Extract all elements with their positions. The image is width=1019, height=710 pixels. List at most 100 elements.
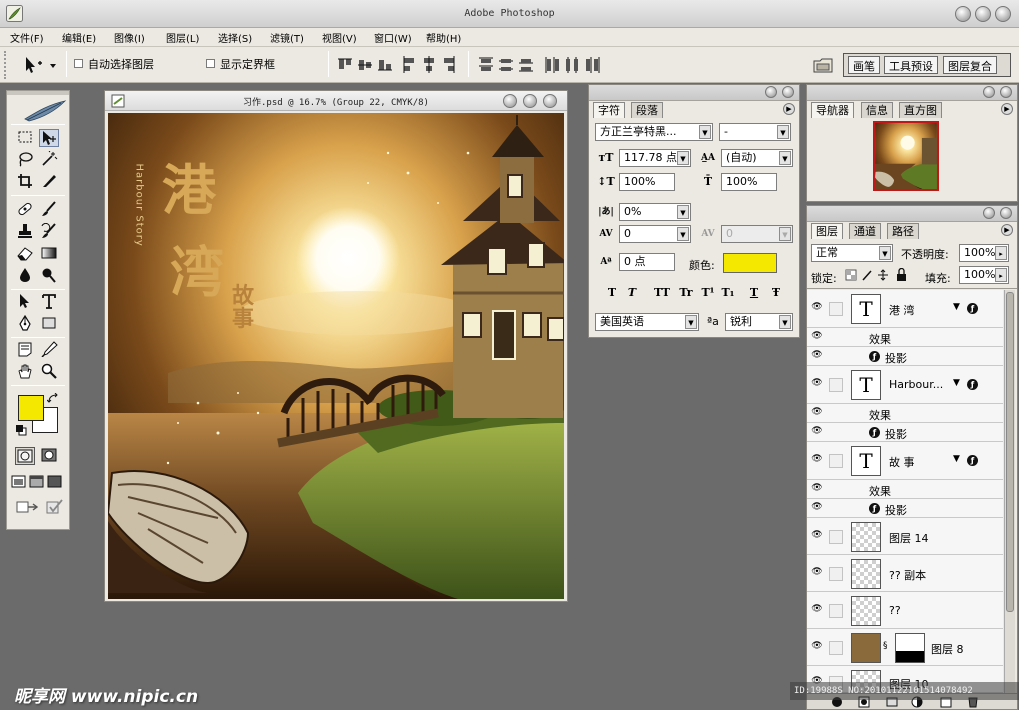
- panel-minimize-button[interactable]: [983, 86, 995, 98]
- eye-icon[interactable]: 👁: [810, 378, 824, 388]
- eye-icon[interactable]: 👁: [810, 502, 824, 512]
- link-toggle[interactable]: [829, 454, 843, 468]
- font-size-field[interactable]: 117.78 点 ▼: [619, 149, 691, 167]
- default-colors-icon[interactable]: [15, 424, 27, 436]
- tab-paths[interactable]: 路径: [887, 223, 919, 239]
- faux-bold-button[interactable]: T: [603, 285, 621, 301]
- eye-icon[interactable]: 👁: [810, 530, 824, 540]
- eye-icon[interactable]: 👁: [810, 454, 824, 464]
- swap-colors-icon[interactable]: [47, 393, 59, 405]
- tab-histogram[interactable]: 直方图: [899, 102, 942, 118]
- opacity-field[interactable]: 100% ▸: [959, 244, 1009, 262]
- tab-layers[interactable]: 图层: [811, 223, 843, 239]
- distribute-horizontal-icons[interactable]: [544, 56, 602, 74]
- distribute-vertical-icons[interactable]: [478, 56, 536, 74]
- text-color-swatch[interactable]: [723, 253, 777, 273]
- panel-menu-icon[interactable]: ▶: [1001, 103, 1013, 115]
- jump-to-imageready-icon[interactable]: [15, 499, 43, 517]
- options-grip[interactable]: [4, 51, 10, 79]
- quick-mask-mode-icon[interactable]: [39, 447, 59, 465]
- document-title-bar[interactable]: 习作.psd @ 16.7% (Group 22, CMYK/8): [105, 91, 567, 111]
- rectangle-shape-tool-icon[interactable]: [39, 315, 59, 333]
- doc-close-button[interactable]: [543, 94, 557, 108]
- leading-field[interactable]: (自动) ▼: [721, 149, 793, 167]
- lasso-tool-icon[interactable]: [15, 151, 35, 169]
- menu-file[interactable]: 文件(F): [10, 30, 44, 45]
- link-toggle[interactable]: [829, 641, 843, 655]
- align-top-left-icons[interactable]: [338, 58, 396, 72]
- tab-info[interactable]: 信息: [861, 102, 893, 118]
- layer-shadow-row[interactable]: 👁 ƒ 投影: [807, 347, 1003, 366]
- panel-menu-icon[interactable]: ▶: [783, 103, 795, 115]
- magic-wand-tool-icon[interactable]: [39, 150, 59, 169]
- fill-field[interactable]: 100% ▸: [959, 266, 1009, 284]
- link-toggle[interactable]: [829, 530, 843, 544]
- eye-icon[interactable]: 👁: [810, 426, 824, 436]
- superscript-button[interactable]: T¹: [699, 285, 717, 301]
- character-panel-titlebar[interactable]: [589, 85, 799, 101]
- slice-tool-icon[interactable]: [39, 173, 59, 191]
- doc-minimize-button[interactable]: [503, 94, 517, 108]
- layer-mask-thumbnail[interactable]: [895, 633, 925, 663]
- menu-help[interactable]: 帮助(H): [426, 30, 461, 45]
- blend-mode-select[interactable]: 正常 ▼: [811, 244, 893, 262]
- eye-icon[interactable]: 👁: [810, 567, 824, 577]
- layer-row[interactable]: 👁 图层 14: [807, 518, 1003, 555]
- move-tool-icon[interactable]: [39, 129, 59, 147]
- maximize-button[interactable]: [975, 6, 991, 22]
- menu-view[interactable]: 视图(V): [322, 30, 357, 45]
- doc-maximize-button[interactable]: [523, 94, 537, 108]
- screen-mode-standard-icon[interactable]: [9, 473, 29, 491]
- toolbox-grip[interactable]: [7, 91, 69, 95]
- kerning-field[interactable]: 0 ▼: [721, 225, 793, 243]
- eyedropper-tool-icon[interactable]: [39, 341, 59, 359]
- effects-expand-icon[interactable]: ▼: [953, 378, 960, 388]
- tab-navigator[interactable]: 导航器: [811, 102, 854, 118]
- vertical-scale-field[interactable]: 100%: [619, 173, 675, 191]
- well-tab-brushes[interactable]: 画笔: [848, 56, 880, 74]
- type-tool-icon[interactable]: [39, 293, 59, 311]
- crop-tool-icon[interactable]: [15, 173, 35, 191]
- scrollbar-thumb[interactable]: [1006, 292, 1014, 612]
- eye-icon[interactable]: 👁: [810, 407, 824, 417]
- layer-row[interactable]: 👁 ?? 副本: [807, 555, 1003, 592]
- layer-row[interactable]: 👁 ??: [807, 592, 1003, 629]
- eye-icon[interactable]: 👁: [810, 483, 824, 493]
- effects-expand-icon[interactable]: ▼: [953, 302, 960, 312]
- layers-scrollbar[interactable]: [1004, 290, 1015, 693]
- close-button[interactable]: [995, 6, 1011, 22]
- pen-tool-icon[interactable]: [15, 314, 35, 333]
- menu-filter[interactable]: 滤镜(T): [270, 30, 304, 45]
- history-brush-tool-icon[interactable]: [39, 222, 59, 241]
- well-tab-tool-presets[interactable]: 工具预设: [884, 56, 938, 74]
- strikethrough-button[interactable]: Ŧ: [767, 285, 785, 301]
- small-caps-button[interactable]: Tr: [675, 285, 697, 301]
- hand-tool-icon[interactable]: [15, 363, 35, 381]
- healing-brush-tool-icon[interactable]: [15, 201, 35, 219]
- zoom-tool-icon[interactable]: [39, 363, 59, 381]
- subscript-button[interactable]: T₁: [719, 285, 737, 301]
- underline-button[interactable]: T: [745, 285, 763, 301]
- eye-icon[interactable]: 👁: [810, 331, 824, 341]
- language-select[interactable]: 美国英语 ▼: [595, 313, 699, 331]
- all-caps-button[interactable]: TT: [651, 285, 673, 301]
- layer-row[interactable]: 👁 § 图层 8: [807, 629, 1003, 666]
- font-family-select[interactable]: 方正兰亭特黑... ▼: [595, 123, 713, 141]
- tab-character[interactable]: 字符: [593, 102, 625, 118]
- layer-effects-row[interactable]: 👁 效果: [807, 404, 1003, 423]
- notes-tool-icon[interactable]: [15, 341, 35, 359]
- tsume-field[interactable]: 0% ▼: [619, 203, 691, 221]
- eye-icon[interactable]: 👁: [810, 302, 824, 312]
- standard-mode-icon[interactable]: [15, 447, 35, 465]
- horizontal-scale-field[interactable]: 100%: [721, 173, 777, 191]
- move-tool-preset-icon[interactable]: [22, 55, 62, 75]
- link-toggle[interactable]: [829, 604, 843, 618]
- menu-window[interactable]: 窗口(W): [374, 30, 412, 45]
- panel-minimize-button[interactable]: [765, 86, 777, 98]
- link-toggle[interactable]: [829, 567, 843, 581]
- panel-close-button[interactable]: [1000, 207, 1012, 219]
- menu-select[interactable]: 选择(S): [218, 30, 252, 45]
- navigator-panel-titlebar[interactable]: [807, 85, 1017, 101]
- eye-icon[interactable]: 👁: [810, 604, 824, 614]
- dodge-tool-icon[interactable]: [39, 267, 59, 285]
